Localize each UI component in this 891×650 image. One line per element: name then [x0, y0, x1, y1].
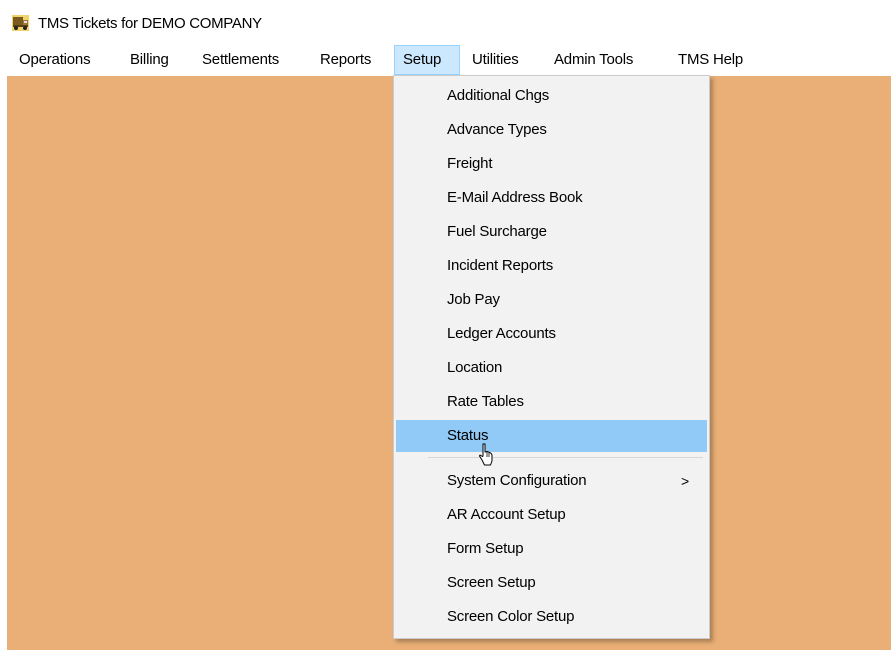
- menu-item-email-address-book[interactable]: E-Mail Address Book: [396, 182, 707, 214]
- menu-settlements[interactable]: Settlements: [195, 45, 307, 75]
- menu-item-incident-reports[interactable]: Incident Reports: [396, 250, 707, 282]
- menu-item-label: AR Account Setup: [447, 506, 566, 523]
- menu-setup[interactable]: Setup: [394, 45, 460, 75]
- menu-item-status[interactable]: Status: [396, 420, 707, 452]
- menu-item-label: Incident Reports: [447, 257, 554, 274]
- menu-separator: [428, 457, 703, 458]
- menu-item-screen-color-setup[interactable]: Screen Color Setup: [396, 601, 707, 633]
- menu-bar: Operations Billing Settlements Reports S…: [0, 45, 891, 75]
- menu-operations[interactable]: Operations: [12, 45, 116, 75]
- menu-billing[interactable]: Billing: [122, 45, 188, 75]
- menu-item-label: Fuel Surcharge: [447, 223, 547, 240]
- menu-item-label: Additional Chgs: [447, 87, 550, 104]
- menu-item-form-setup[interactable]: Form Setup: [396, 533, 707, 565]
- menu-utilities[interactable]: Utilities: [465, 45, 541, 75]
- menu-item-additional-chgs[interactable]: Additional Chgs: [396, 80, 707, 112]
- menu-admin-tools[interactable]: Admin Tools: [547, 45, 665, 75]
- menu-item-label: Form Setup: [447, 540, 524, 557]
- menu-item-screen-setup[interactable]: Screen Setup: [396, 567, 707, 599]
- menu-item-ar-account-setup[interactable]: AR Account Setup: [396, 499, 707, 531]
- truck-app-icon: [12, 15, 29, 31]
- menu-item-fuel-surcharge[interactable]: Fuel Surcharge: [396, 216, 707, 248]
- menu-item-label: Rate Tables: [447, 393, 524, 410]
- menu-item-label: Screen Color Setup: [447, 608, 575, 625]
- menu-reports[interactable]: Reports: [314, 45, 389, 75]
- menu-item-label: Advance Types: [447, 121, 547, 138]
- menu-item-label: Freight: [447, 155, 493, 172]
- menu-tms-help[interactable]: TMS Help: [671, 45, 767, 75]
- menu-item-location[interactable]: Location: [396, 352, 707, 384]
- menu-item-label: E-Mail Address Book: [447, 189, 583, 206]
- application-window: TMS Tickets for DEMO COMPANY Operations …: [0, 0, 891, 650]
- menu-item-ledger-accounts[interactable]: Ledger Accounts: [396, 318, 707, 350]
- menu-item-rate-tables[interactable]: Rate Tables: [396, 386, 707, 418]
- menu-item-label: Screen Setup: [447, 574, 536, 591]
- chevron-right-icon: >: [681, 473, 689, 489]
- menu-item-label: Location: [447, 359, 503, 376]
- menu-item-advance-types[interactable]: Advance Types: [396, 114, 707, 146]
- menu-item-job-pay[interactable]: Job Pay: [396, 284, 707, 316]
- title-bar: TMS Tickets for DEMO COMPANY: [0, 0, 891, 40]
- menu-item-label: Status: [447, 427, 489, 444]
- setup-dropdown-menu: Additional Chgs Advance Types Freight E-…: [393, 75, 710, 639]
- menu-item-label: Ledger Accounts: [447, 325, 556, 342]
- menu-item-label: Job Pay: [447, 291, 500, 308]
- window-title: TMS Tickets for DEMO COMPANY: [38, 15, 262, 32]
- menu-item-system-configuration[interactable]: System Configuration >: [396, 465, 707, 497]
- menu-item-freight[interactable]: Freight: [396, 148, 707, 180]
- menu-item-label: System Configuration: [447, 472, 587, 489]
